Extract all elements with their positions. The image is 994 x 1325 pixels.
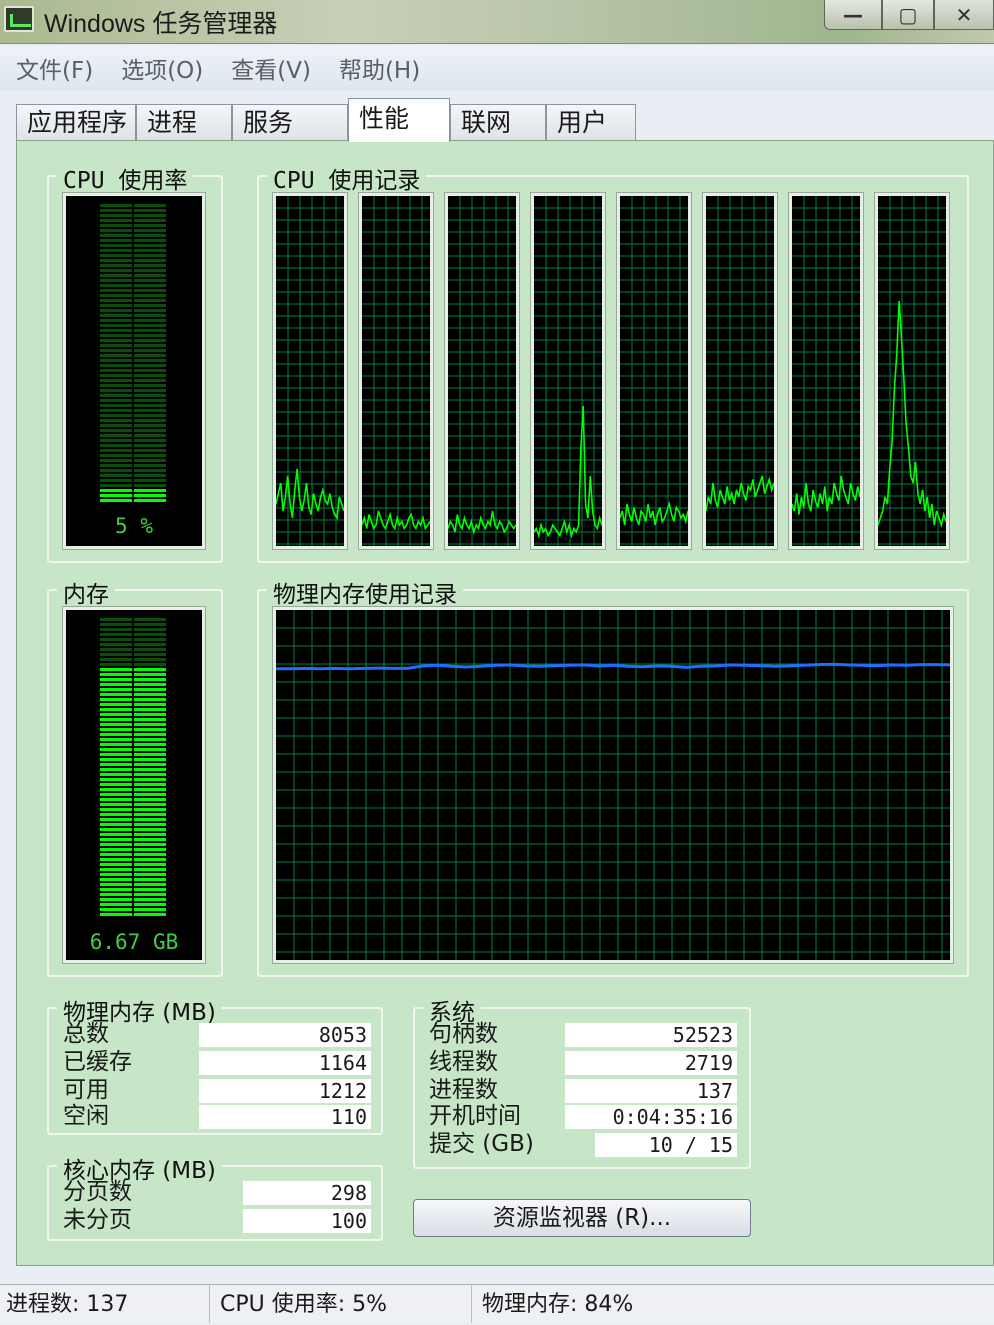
cpu-history-line <box>792 475 860 515</box>
menu-bar: 文件(F) 选项(O) 查看(V) 帮助(H) <box>0 46 994 90</box>
stat-row-processes: 进程数 137 <box>429 1077 739 1105</box>
memory-history-graph <box>272 606 954 964</box>
cpu-history-line <box>276 468 344 521</box>
memory-meter-bars <box>100 618 166 916</box>
cpu-history-line <box>448 510 516 535</box>
tab-applications[interactable]: 应用程序 <box>16 104 136 140</box>
stat-value: 1164 <box>199 1051 371 1075</box>
menu-options[interactable]: 选项(O) <box>121 51 203 85</box>
memory-value: 6.67 GB <box>89 930 179 954</box>
memory-history-group: 物理内存使用记录 <box>257 575 969 977</box>
stat-row-paged: 分页数 298 <box>63 1179 373 1207</box>
window-controls: — ▢ ✕ <box>824 0 994 32</box>
stat-label: 可用 <box>63 1077 109 1103</box>
status-physical-memory: 物理内存: 84% <box>482 1292 634 1317</box>
memory-group: 内存 6.67 GB <box>47 575 223 977</box>
cpu-history-group: CPU 使用记录 <box>257 161 969 563</box>
status-bar: 进程数: 137 CPU 使用率: 5% 物理内存: 84% <box>0 1284 994 1323</box>
cpu-history-line <box>706 475 774 512</box>
stat-row-free: 空闲 110 <box>63 1103 373 1131</box>
stat-label: 未分页 <box>63 1207 132 1233</box>
stat-value: 0:04:35:16 <box>565 1105 737 1129</box>
stat-value: 298 <box>243 1181 371 1205</box>
status-cpu-usage: CPU 使用率: 5% <box>210 1285 472 1323</box>
cpu-core-graph <box>874 192 950 550</box>
cpu-history-line <box>534 405 602 539</box>
stat-value: 8053 <box>199 1023 371 1047</box>
stat-label: 分页数 <box>63 1179 132 1205</box>
cpu-history-line <box>878 300 946 528</box>
performance-panel: CPU 使用率 5 % CPU 使用记录 内存 6.67 GB 物理内存使用记录… <box>16 140 994 1266</box>
tab-processes[interactable]: 进程 <box>136 104 232 140</box>
cpu-core-graph <box>358 192 434 550</box>
stat-row-commit: 提交 (GB) 10 / 15 <box>429 1131 739 1159</box>
stat-value: 10 / 15 <box>595 1133 737 1157</box>
menu-view[interactable]: 查看(V) <box>231 51 311 85</box>
cpu-usage-group: CPU 使用率 5 % <box>47 161 223 563</box>
kernel-memory-group: 核心内存 (MB) 分页数 298 未分页 100 <box>47 1151 383 1241</box>
stat-label: 总数 <box>63 1021 109 1047</box>
tab-users[interactable]: 用户 <box>546 104 636 140</box>
tab-services[interactable]: 服务 <box>232 104 348 140</box>
cpu-core-graph <box>444 192 520 550</box>
tab-performance[interactable]: 性能 <box>348 98 450 142</box>
stat-value: 2719 <box>565 1051 737 1075</box>
menu-file[interactable]: 文件(F) <box>16 51 93 85</box>
stat-value: 1212 <box>199 1079 371 1103</box>
memory-history-title: 物理内存使用记录 <box>267 575 463 609</box>
stat-row-handles: 句柄数 52523 <box>429 1021 739 1049</box>
cpu-usage-meter: 5 % <box>62 192 206 550</box>
stat-label: 空闲 <box>63 1103 109 1129</box>
stat-row-uptime: 开机时间 0:04:35:16 <box>429 1103 739 1131</box>
stat-value: 137 <box>565 1079 737 1103</box>
memory-title: 内存 <box>57 575 115 609</box>
window-title: Windows 任务管理器 <box>44 10 278 38</box>
cpu-history-title: CPU 使用记录 <box>267 161 427 195</box>
memory-meter: 6.67 GB <box>62 606 206 964</box>
minimize-button[interactable]: — <box>824 0 882 30</box>
stat-row-nonpaged: 未分页 100 <box>63 1207 373 1235</box>
tab-networking[interactable]: 联网 <box>450 104 546 140</box>
system-group: 系统 句柄数 52523 线程数 2719 进程数 137 开机时间 0:04:… <box>413 993 751 1169</box>
resource-monitor-button[interactable]: 资源监视器 (R)... <box>413 1199 751 1237</box>
memory-history-line <box>276 662 950 671</box>
stat-label: 线程数 <box>429 1049 498 1075</box>
stat-value: 110 <box>199 1105 371 1129</box>
stat-value: 100 <box>243 1209 371 1233</box>
close-button[interactable]: ✕ <box>934 0 994 30</box>
stat-value: 52523 <box>565 1023 737 1047</box>
cpu-usage-title: CPU 使用率 <box>57 161 194 195</box>
title-bar: Windows 任务管理器 — ▢ ✕ <box>0 0 994 44</box>
stat-label: 提交 (GB) <box>429 1131 534 1157</box>
stat-label: 开机时间 <box>429 1103 521 1129</box>
cpu-core-graph <box>530 192 606 550</box>
stat-row-threads: 线程数 2719 <box>429 1049 739 1077</box>
task-manager-icon <box>4 6 34 32</box>
stat-label: 已缓存 <box>63 1049 132 1075</box>
stat-label: 句柄数 <box>429 1021 498 1047</box>
cpu-meter-bars <box>100 204 166 502</box>
cpu-usage-value: 5 % <box>115 514 153 538</box>
cpu-core-graph <box>788 192 864 550</box>
stat-row-total: 总数 8053 <box>63 1021 373 1049</box>
maximize-button[interactable]: ▢ <box>882 0 934 30</box>
cpu-core-graph <box>702 192 778 550</box>
cpu-core-graph <box>616 192 692 550</box>
physical-memory-group: 物理内存 (MB) 总数 8053 已缓存 1164 可用 1212 空闲 11… <box>47 993 383 1135</box>
status-processes: 进程数: 137 <box>0 1285 210 1323</box>
stat-label: 进程数 <box>429 1077 498 1103</box>
cpu-core-graph <box>272 192 348 550</box>
menu-help[interactable]: 帮助(H) <box>339 51 420 85</box>
cpu-history-line <box>620 501 688 526</box>
stat-row-available: 可用 1212 <box>63 1077 373 1105</box>
stat-row-cached: 已缓存 1164 <box>63 1049 373 1077</box>
